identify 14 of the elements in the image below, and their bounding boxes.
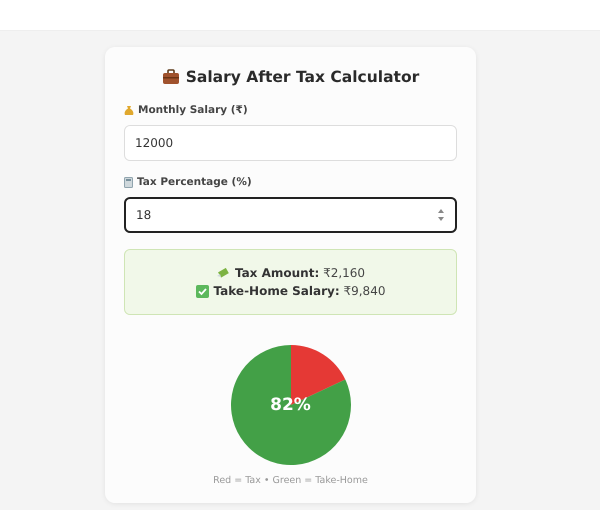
check-box-icon: [196, 284, 209, 298]
result-text: Take-Home Salary: ₹9,840: [214, 284, 386, 298]
input-field[interactable]: 12000: [124, 125, 457, 161]
number-input[interactable]: 18: [124, 197, 457, 233]
money-bag-icon: [124, 104, 134, 116]
field-label: Tax Percentage (%): [137, 176, 252, 188]
spinner-icon[interactable]: [437, 207, 445, 223]
chart-legend: Red = Tax • Green = Take-Home: [124, 475, 457, 486]
calculator-title: Salary After Tax Calculator: [186, 68, 420, 86]
percentage-label: 82%: [270, 395, 311, 415]
result-text: Tax Amount: ₹2,160: [234, 266, 366, 280]
calculator-icon: [124, 176, 133, 188]
briefcase-icon: [162, 69, 180, 85]
field-label: Monthly Salary (₹): [138, 104, 248, 116]
